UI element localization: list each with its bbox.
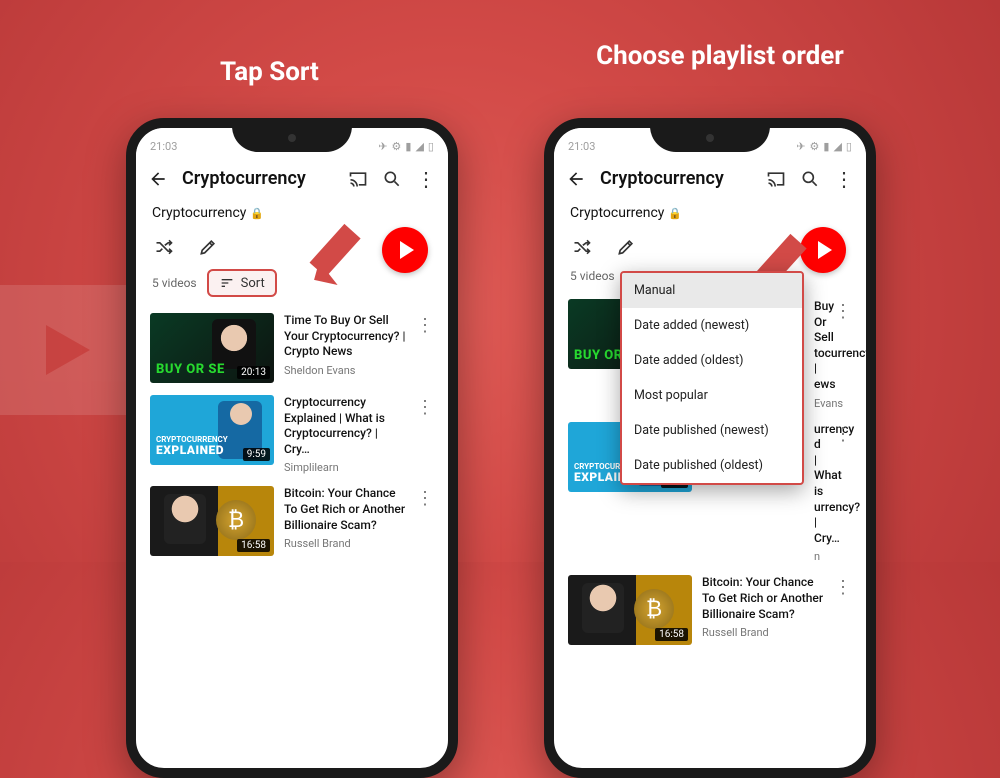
cast-icon[interactable] (348, 169, 368, 189)
item-overflow-icon[interactable]: ⋮ (416, 395, 434, 418)
video-thumbnail[interactable]: ₿16:58 (568, 575, 692, 645)
phone-mockup-right: 21:03 ◎⚙⬚ ✈⚙▮◢▯ Cryptocurrency ⋮ Cryptoc… (544, 118, 876, 778)
video-thumbnail[interactable]: CRYPTOCURRENCYEXPLAINED9:59 (150, 395, 274, 465)
cast-icon[interactable] (766, 169, 786, 189)
edit-icon[interactable] (616, 237, 636, 257)
appbar-title: Cryptocurrency (182, 168, 334, 189)
sort-option-date-published-newest[interactable]: Date published (newest) (622, 413, 802, 448)
playlist-name: Cryptocurrency (152, 205, 246, 221)
channel-name: Russell Brand (284, 537, 406, 550)
status-time: 21:03 (568, 140, 595, 153)
video-duration: 16:58 (237, 539, 270, 552)
sort-option-manual[interactable]: Manual (622, 273, 802, 308)
shuffle-icon[interactable] (154, 237, 174, 257)
lock-icon: 🔒 (668, 207, 682, 220)
lock-icon: 🔒 (250, 207, 264, 220)
edit-icon[interactable] (198, 237, 218, 257)
video-thumbnail[interactable]: 20:13 (150, 313, 274, 383)
sort-button[interactable]: Sort (207, 269, 277, 297)
video-title[interactable]: Time To Buy Or Sell Your Cryptocurrency?… (284, 313, 406, 360)
video-list[interactable]: 20:13 Time To Buy Or Sell Your Cryptocur… (136, 307, 448, 562)
sort-dropdown[interactable]: Manual Date added (newest) Date added (o… (620, 271, 804, 485)
item-overflow-icon[interactable]: ⋮ (416, 313, 434, 336)
video-thumbnail[interactable]: ₿16:58 (150, 486, 274, 556)
video-count: 5 videos (152, 276, 197, 290)
video-duration: 20:13 (237, 366, 270, 379)
sort-option-date-added-newest[interactable]: Date added (newest) (622, 308, 802, 343)
channel-name: Sheldon Evans (284, 364, 406, 377)
item-overflow-icon[interactable]: ⋮ (416, 486, 434, 509)
video-title-clipped: Buy Or Selltocurrency? |ews (814, 299, 824, 393)
annotation-arrow (304, 206, 388, 290)
app-bar: Cryptocurrency ⋮ (136, 158, 448, 199)
list-item[interactable]: ₿16:58 Bitcoin: Your Chance To Get Rich … (150, 480, 434, 562)
sort-label: Sort (241, 276, 265, 291)
overflow-icon[interactable]: ⋮ (416, 169, 436, 189)
app-bar: Cryptocurrency ⋮ (554, 158, 866, 199)
caption-right: Choose playlist order (590, 40, 850, 73)
video-duration: 16:58 (655, 628, 688, 641)
channel-name: Russell Brand (702, 626, 824, 639)
channel-name: Simplilearn (284, 461, 406, 474)
sort-option-most-popular[interactable]: Most popular (622, 378, 802, 413)
item-overflow-icon[interactable]: ⋮ (834, 299, 852, 322)
sort-option-date-added-oldest[interactable]: Date added (oldest) (622, 343, 802, 378)
phone-notch (232, 126, 352, 152)
video-duration: 9:59 (243, 448, 270, 461)
back-icon[interactable] (566, 169, 586, 189)
video-title[interactable]: Bitcoin: Your Chance To Get Rich or Anot… (284, 486, 406, 533)
list-item[interactable]: ₿16:58 Bitcoin: Your Chance To Get Rich … (568, 569, 852, 651)
playlist-name: Cryptocurrency (570, 205, 664, 221)
phone-notch (650, 126, 770, 152)
list-item[interactable]: CRYPTOCURRENCYEXPLAINED9:59 Cryptocurren… (150, 389, 434, 480)
video-title[interactable]: Cryptocurrency Explained | What is Crypt… (284, 395, 406, 457)
list-item[interactable]: 20:13 Time To Buy Or Sell Your Cryptocur… (150, 307, 434, 389)
status-time: 21:03 (150, 140, 177, 153)
play-all-button[interactable] (382, 227, 428, 273)
sort-option-date-published-oldest[interactable]: Date published (oldest) (622, 448, 802, 483)
back-icon[interactable] (148, 169, 168, 189)
shuffle-icon[interactable] (572, 237, 592, 257)
video-title-clipped: urrencyd | What isurrency? | Cry… (814, 422, 824, 547)
search-icon[interactable] (382, 169, 402, 189)
sort-icon (219, 275, 235, 291)
search-icon[interactable] (800, 169, 820, 189)
playlist-header: Cryptocurrency 🔒 (136, 199, 448, 223)
item-overflow-icon[interactable]: ⋮ (834, 422, 852, 445)
phone-mockup-left: 21:03 ◎⚙⬚ ✈⚙▮◢▯ Cryptocurrency ⋮ Cryptoc… (126, 118, 458, 778)
appbar-title: Cryptocurrency (600, 168, 752, 189)
caption-left: Tap Sort (220, 56, 319, 89)
video-title[interactable]: Bitcoin: Your Chance To Get Rich or Anot… (702, 575, 824, 622)
item-overflow-icon[interactable]: ⋮ (834, 575, 852, 598)
overflow-icon[interactable]: ⋮ (834, 169, 854, 189)
video-count: 5 videos (570, 269, 615, 283)
